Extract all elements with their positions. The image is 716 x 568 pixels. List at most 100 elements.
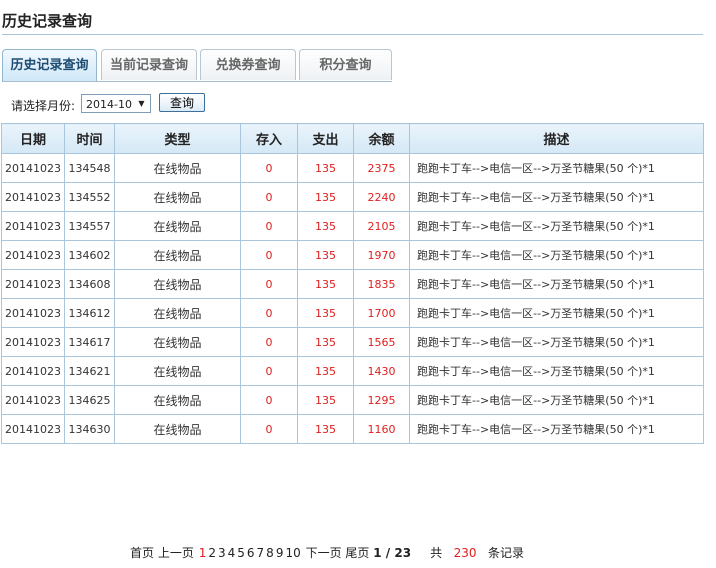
cell-expense: 135 bbox=[297, 356, 354, 386]
page-link-8[interactable]: 8 bbox=[266, 546, 274, 560]
page-link-7[interactable]: 7 bbox=[257, 546, 265, 560]
cell-deposit: 0 bbox=[240, 240, 298, 270]
page-link-2[interactable]: 2 bbox=[208, 546, 216, 560]
cell-description: 跑跑卡丁车-->电信一区-->万圣节糖果(50 个)*1 bbox=[409, 182, 704, 212]
cell-date: 20141023 bbox=[1, 356, 65, 386]
chevron-down-icon: ▼ bbox=[138, 99, 145, 108]
cell-date: 20141023 bbox=[1, 327, 65, 357]
cell-date: 20141023 bbox=[1, 414, 65, 444]
cell-balance: 1700 bbox=[353, 298, 410, 328]
table-row: 20141023 134625 在线物品 0 135 1295 跑跑卡丁车-->… bbox=[1, 385, 704, 415]
cell-time: 134548 bbox=[64, 153, 115, 183]
table-row: 20141023 134548 在线物品 0 135 2375 跑跑卡丁车-->… bbox=[1, 153, 704, 183]
table-row: 20141023 134608 在线物品 0 135 1835 跑跑卡丁车-->… bbox=[1, 269, 704, 299]
cell-type: 在线物品 bbox=[114, 182, 241, 212]
last-page-link[interactable]: 尾页 bbox=[345, 544, 369, 561]
cell-balance: 2240 bbox=[353, 182, 410, 212]
next-page-link[interactable]: 下一页 bbox=[306, 544, 342, 561]
page-link-6[interactable]: 6 bbox=[247, 546, 255, 560]
table-row: 20141023 134557 在线物品 0 135 2105 跑跑卡丁车-->… bbox=[1, 211, 704, 241]
tab-current-records[interactable]: 当前记录查询 bbox=[101, 49, 197, 80]
month-select[interactable]: 2014-10 ▼ bbox=[81, 94, 151, 113]
tab-points-query[interactable]: 积分查询 bbox=[299, 49, 392, 80]
cell-time: 134552 bbox=[64, 182, 115, 212]
column-header-time: 时间 bbox=[64, 123, 115, 154]
cell-expense: 135 bbox=[297, 385, 354, 415]
cell-balance: 1430 bbox=[353, 356, 410, 386]
cell-date: 20141023 bbox=[1, 211, 65, 241]
cell-balance: 1970 bbox=[353, 240, 410, 270]
table-header-row: 日期 时间 类型 存入 支出 余额 描述 bbox=[1, 123, 704, 154]
cell-deposit: 0 bbox=[240, 385, 298, 415]
cell-date: 20141023 bbox=[1, 385, 65, 415]
table-row: 20141023 134602 在线物品 0 135 1970 跑跑卡丁车-->… bbox=[1, 240, 704, 270]
month-select-value: 2014-10 bbox=[86, 98, 132, 111]
cell-date: 20141023 bbox=[1, 269, 65, 299]
page-link-3[interactable]: 3 bbox=[218, 546, 226, 560]
total-suffix: 条记录 bbox=[487, 546, 524, 560]
page-link-1[interactable]: 1 bbox=[199, 546, 207, 560]
cell-time: 134557 bbox=[64, 211, 115, 241]
cell-balance: 1160 bbox=[353, 414, 410, 444]
cell-deposit: 0 bbox=[240, 356, 298, 386]
query-button[interactable]: 查询 bbox=[159, 93, 205, 112]
cell-balance: 2375 bbox=[353, 153, 410, 183]
tab-voucher-query[interactable]: 兑换券查询 bbox=[200, 49, 296, 80]
prev-page-link[interactable]: 上一页 bbox=[158, 544, 194, 561]
table-row: 20141023 134617 在线物品 0 135 1565 跑跑卡丁车-->… bbox=[1, 327, 704, 357]
cell-time: 134617 bbox=[64, 327, 115, 357]
cell-type: 在线物品 bbox=[114, 414, 241, 444]
cell-balance: 1565 bbox=[353, 327, 410, 357]
cell-type: 在线物品 bbox=[114, 385, 241, 415]
cell-expense: 135 bbox=[297, 414, 354, 444]
pagination: 首页 上一页 1 2 3 4 5 6 7 8 9 10 下一页 尾页 1 / 23 共 230 条… bbox=[130, 544, 524, 561]
cell-expense: 135 bbox=[297, 240, 354, 270]
cell-deposit: 0 bbox=[240, 327, 298, 357]
cell-date: 20141023 bbox=[1, 182, 65, 212]
cell-time: 134612 bbox=[64, 298, 115, 328]
cell-deposit: 0 bbox=[240, 211, 298, 241]
first-page-link[interactable]: 首页 bbox=[130, 544, 154, 561]
cell-date: 20141023 bbox=[1, 298, 65, 328]
page-link-9[interactable]: 9 bbox=[276, 546, 284, 560]
cell-description: 跑跑卡丁车-->电信一区-->万圣节糖果(50 个)*1 bbox=[409, 356, 704, 386]
cell-date: 20141023 bbox=[1, 240, 65, 270]
cell-time: 134608 bbox=[64, 269, 115, 299]
column-header-balance: 余额 bbox=[353, 123, 410, 154]
title-divider bbox=[2, 34, 703, 35]
cell-description: 跑跑卡丁车-->电信一区-->万圣节糖果(50 个)*1 bbox=[409, 240, 704, 270]
cell-time: 134621 bbox=[64, 356, 115, 386]
cell-deposit: 0 bbox=[240, 182, 298, 212]
page-link-4[interactable]: 4 bbox=[228, 546, 236, 560]
cell-deposit: 0 bbox=[240, 298, 298, 328]
cell-deposit: 0 bbox=[240, 269, 298, 299]
column-header-expense: 支出 bbox=[297, 123, 354, 154]
cell-description: 跑跑卡丁车-->电信一区-->万圣节糖果(50 个)*1 bbox=[409, 153, 704, 183]
cell-expense: 135 bbox=[297, 182, 354, 212]
tab-history-records[interactable]: 历史记录查询 bbox=[2, 49, 97, 82]
page-indicator: 1 / 23 bbox=[373, 546, 412, 560]
cell-type: 在线物品 bbox=[114, 269, 241, 299]
page-link-10[interactable]: 10 bbox=[285, 546, 300, 560]
cell-type: 在线物品 bbox=[114, 153, 241, 183]
cell-time: 134630 bbox=[64, 414, 115, 444]
cell-type: 在线物品 bbox=[114, 356, 241, 386]
cell-balance: 1835 bbox=[353, 269, 410, 299]
cell-deposit: 0 bbox=[240, 153, 298, 183]
column-header-deposit: 存入 bbox=[240, 123, 298, 154]
cell-type: 在线物品 bbox=[114, 327, 241, 357]
cell-description: 跑跑卡丁车-->电信一区-->万圣节糖果(50 个)*1 bbox=[409, 211, 704, 241]
total-prefix: 共 bbox=[430, 546, 443, 560]
table-row: 20141023 134630 在线物品 0 135 1160 跑跑卡丁车-->… bbox=[1, 414, 704, 444]
page-link-5[interactable]: 5 bbox=[237, 546, 245, 560]
tab-bar: 历史记录查询 当前记录查询 兑换券查询 积分查询 bbox=[2, 49, 702, 82]
cell-description: 跑跑卡丁车-->电信一区-->万圣节糖果(50 个)*1 bbox=[409, 414, 704, 444]
table-row: 20141023 134552 在线物品 0 135 2240 跑跑卡丁车-->… bbox=[1, 182, 704, 212]
cell-type: 在线物品 bbox=[114, 211, 241, 241]
total-count: 230 bbox=[453, 546, 477, 560]
cell-description: 跑跑卡丁车-->电信一区-->万圣节糖果(50 个)*1 bbox=[409, 327, 704, 357]
cell-time: 134625 bbox=[64, 385, 115, 415]
table-row: 20141023 134612 在线物品 0 135 1700 跑跑卡丁车-->… bbox=[1, 298, 704, 328]
cell-time: 134602 bbox=[64, 240, 115, 270]
cell-expense: 135 bbox=[297, 269, 354, 299]
